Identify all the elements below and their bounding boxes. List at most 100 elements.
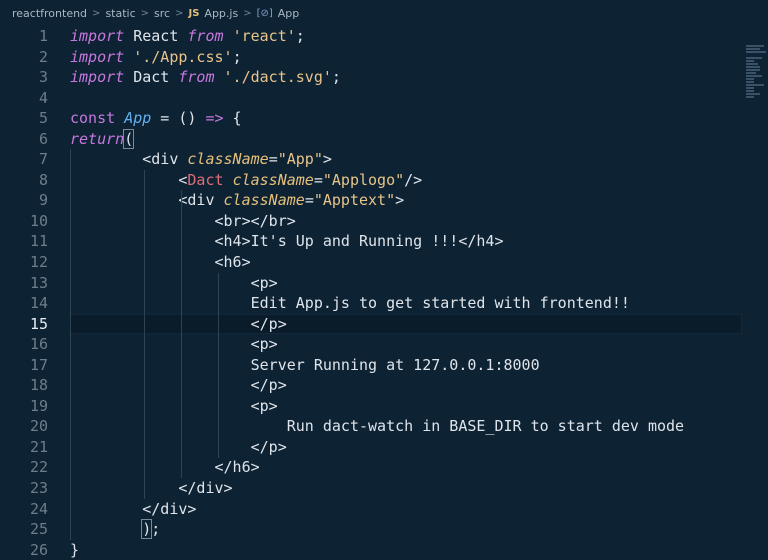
code-token: Edit App.js to get started with frontend… — [70, 294, 630, 313]
code-editor[interactable]: 1 2 3 4 5 6 7 8 9 10 11 12 13 14 15 16 17 18 19 20 21 22 23 24 2… — [0, 26, 768, 559]
code-token: <p> — [70, 273, 278, 292]
code-token: > — [395, 191, 405, 210]
line-number: 3 — [38, 68, 48, 87]
indent-guide — [70, 149, 71, 540]
line-number: 2 — [38, 47, 48, 66]
line-number: 12 — [29, 253, 48, 272]
code-line[interactable]: </p> — [70, 437, 742, 458]
code-token: const — [70, 109, 116, 128]
code-line[interactable]: <p> — [70, 273, 742, 294]
code-line[interactable] — [70, 88, 742, 109]
breadcrumb-symbol[interactable]: App — [278, 7, 300, 20]
code-token: = () — [151, 109, 206, 128]
code-line[interactable]: </h6> — [70, 457, 742, 478]
code-token: from — [178, 68, 215, 87]
code-line[interactable]: </p> — [70, 313, 742, 335]
line-number: 20 — [29, 417, 48, 436]
code-line[interactable]: ); — [70, 519, 742, 540]
minimap-line — [746, 57, 762, 59]
line-number: 10 — [29, 211, 48, 230]
code-token: <div — [70, 150, 188, 169]
code-token: './dact.svg' — [223, 68, 332, 87]
code-line[interactable]: <Dact className="Applogo"/> — [70, 170, 742, 191]
indent-guide — [181, 190, 182, 479]
code-token: ; — [331, 68, 341, 87]
code-area[interactable]: import React from 'react'; import './App.… — [70, 26, 742, 560]
line-number: 15 — [29, 314, 48, 333]
code-token: Server Running at 127.0.0.1:8000 — [70, 355, 540, 374]
code-line[interactable]: <div className="App"> — [70, 149, 742, 170]
code-line[interactable]: <br></br> — [70, 211, 742, 232]
code-token: = — [268, 150, 278, 169]
chevron-right-icon: > — [92, 7, 101, 19]
breadcrumb-folder-static[interactable]: static — [105, 7, 135, 20]
code-token: { — [223, 109, 242, 128]
code-token: = — [304, 191, 314, 210]
code-token: = — [313, 170, 323, 189]
line-number: 4 — [38, 88, 48, 107]
code-token: <p> — [70, 335, 278, 354]
code-token: > — [322, 150, 332, 169]
code-token: Run dact-watch in BASE_DIR to start dev … — [70, 417, 685, 436]
code-token: import — [70, 27, 125, 45]
line-number: 19 — [29, 396, 48, 415]
breadcrumb-folder-src[interactable]: src — [154, 7, 170, 20]
code-token: return — [70, 129, 125, 148]
code-token: </div> — [70, 499, 197, 518]
breadcrumb: reactfrontend > static > src > JS App.js… — [0, 0, 768, 26]
code-token: "Applogo" — [322, 170, 405, 189]
line-number: 18 — [29, 376, 48, 395]
code-line[interactable]: <div className="Apptext"> — [70, 190, 742, 211]
code-token: "Apptext" — [313, 191, 396, 210]
code-line[interactable]: import Dact from './dact.svg'; — [70, 67, 742, 88]
code-line[interactable]: return( — [70, 128, 742, 150]
javascript-file-icon: JS — [188, 7, 200, 19]
code-line[interactable]: <p> — [70, 396, 742, 417]
code-line[interactable]: <h4>It's Up and Running !!!</h4> — [70, 231, 742, 252]
indent-guide — [218, 272, 219, 458]
code-token: <p> — [70, 396, 278, 415]
code-token: Dact — [124, 68, 179, 87]
minimap-line — [746, 93, 760, 95]
code-line[interactable]: </div> — [70, 499, 742, 520]
minimap[interactable] — [746, 44, 768, 100]
code-token: <h4>It's Up and Running !!!</h4> — [70, 232, 504, 251]
code-line[interactable]: <h6> — [70, 252, 742, 273]
code-token: ( — [123, 128, 135, 149]
code-token: <br></br> — [70, 211, 296, 230]
code-token: < — [70, 170, 188, 189]
code-line[interactable]: const App = () => { — [70, 108, 742, 129]
code-token: import — [70, 68, 125, 87]
breadcrumb-file[interactable]: App.js — [204, 7, 238, 20]
line-number: 25 — [29, 520, 48, 539]
minimap-line — [746, 75, 762, 77]
code-line[interactable]: <p> — [70, 334, 742, 355]
code-line[interactable]: </div> — [70, 478, 742, 499]
minimap-line — [746, 66, 760, 68]
code-token: <div — [70, 191, 224, 210]
line-number: 13 — [29, 273, 48, 292]
code-token: </h6> — [70, 458, 260, 477]
code-line[interactable]: import './App.css'; — [70, 47, 742, 68]
code-token: </p> — [70, 314, 287, 333]
code-token: "App" — [277, 150, 323, 169]
code-line[interactable]: Edit App.js to get started with frontend… — [70, 293, 742, 314]
code-line[interactable]: Server Running at 127.0.0.1:8000 — [70, 355, 742, 376]
minimap-line — [746, 48, 760, 50]
code-token: 'react' — [232, 27, 296, 45]
line-number: 22 — [29, 458, 48, 477]
minimap-line — [746, 90, 754, 92]
code-line[interactable]: </p> — [70, 375, 742, 396]
code-token: className — [223, 191, 305, 210]
minimap-line — [746, 60, 754, 62]
code-line[interactable]: Run dact-watch in BASE_DIR to start dev … — [70, 416, 742, 437]
breadcrumb-folder-reactfrontend[interactable]: reactfrontend — [12, 7, 87, 20]
minimap-line — [746, 84, 764, 86]
line-number: 1 — [38, 27, 48, 45]
code-token: './App.css' — [133, 47, 233, 66]
line-number: 11 — [29, 232, 48, 251]
code-line[interactable]: import React from 'react'; — [70, 26, 742, 47]
code-token: /> — [404, 170, 423, 189]
